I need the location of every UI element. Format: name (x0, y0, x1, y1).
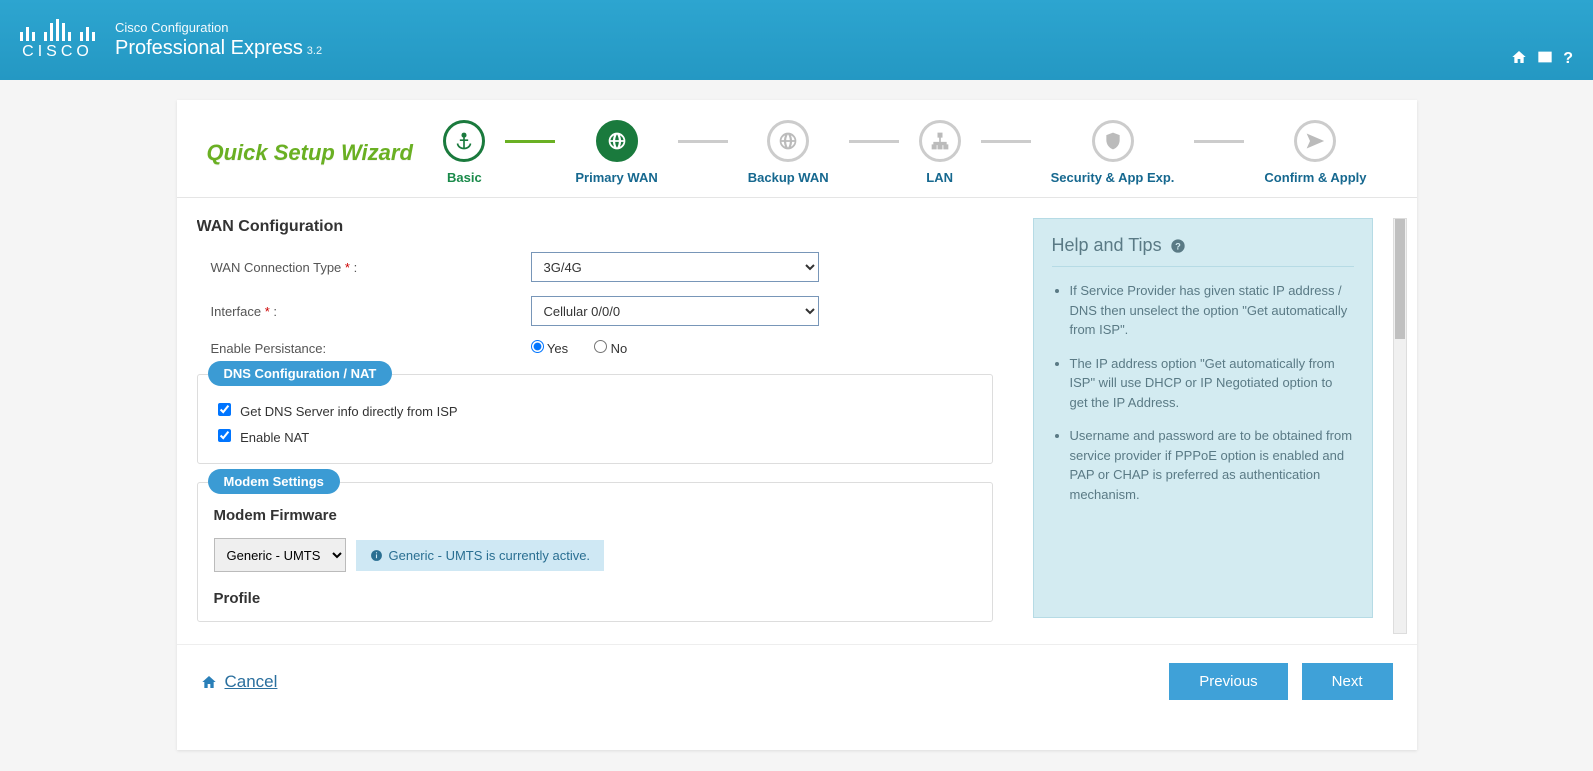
app-title: Professional Express (115, 37, 303, 59)
wan-conn-type-select[interactable]: 3G/4G (531, 252, 819, 282)
help-tip: If Service Provider has given static IP … (1070, 281, 1354, 340)
help-tip: Username and password are to be obtained… (1070, 426, 1354, 504)
wizard-footer: Cancel Previous Next (177, 644, 1417, 750)
label-wan-conn-type: WAN Connection Type * : (211, 260, 531, 275)
persistence-no[interactable]: No (594, 341, 627, 356)
step-backup-wan[interactable]: Backup WAN (728, 120, 849, 185)
app-subtitle: Cisco Configuration (115, 20, 322, 36)
cisco-bars-icon (20, 19, 95, 41)
step-label: Security & App Exp. (1051, 170, 1175, 185)
firmware-info: Generic - UMTS is currently active. (356, 540, 605, 571)
profile-title: Profile (214, 590, 976, 607)
row-wan-conn-type: WAN Connection Type * : 3G/4G (211, 252, 1003, 282)
wizard-content: WAN Configuration WAN Connection Type * … (177, 198, 1417, 644)
step-connector (1194, 140, 1244, 143)
step-connector (849, 140, 899, 143)
help-icon[interactable]: ? (1563, 50, 1573, 68)
app-header: CISCO Cisco Configuration Professional E… (0, 0, 1593, 80)
step-lan[interactable]: LAN (899, 120, 981, 185)
label-persistence: Enable Persistance: (211, 341, 531, 356)
modem-legend: Modem Settings (208, 469, 340, 494)
step-label: Confirm & Apply (1264, 170, 1366, 185)
modem-firmware-title: Modem Firmware (214, 507, 976, 524)
wizard-title: Quick Setup Wizard (207, 140, 413, 166)
step-connector (505, 140, 555, 143)
home-icon (201, 674, 217, 690)
svg-text:?: ? (1175, 241, 1181, 251)
scroll-thumb[interactable] (1395, 219, 1405, 339)
modem-fieldset: Modem Settings Modem Firmware Generic - … (197, 482, 993, 622)
app-version: 3.2 (307, 45, 322, 57)
step-basic[interactable]: Basic (423, 120, 505, 185)
next-button[interactable]: Next (1302, 663, 1393, 700)
step-label: Basic (447, 170, 482, 185)
home-icon[interactable] (1511, 49, 1527, 68)
step-connector (678, 140, 728, 143)
anchor-icon (443, 120, 485, 162)
step-connector (981, 140, 1031, 143)
mail-icon[interactable] (1537, 49, 1553, 68)
step-security[interactable]: Security & App Exp. (1031, 120, 1195, 185)
previous-button[interactable]: Previous (1169, 663, 1287, 700)
step-label: Backup WAN (748, 170, 829, 185)
label-interface: Interface * : (211, 304, 531, 319)
info-icon (370, 549, 383, 562)
dns-nat-legend: DNS Configuration / NAT (208, 361, 393, 386)
firmware-select[interactable]: Generic - UMTS (214, 538, 346, 572)
step-primary-wan[interactable]: Primary WAN (555, 120, 677, 185)
persistence-yes[interactable]: Yes (531, 341, 569, 356)
interface-select[interactable]: Cellular 0/0/0 (531, 296, 819, 326)
shield-icon (1092, 120, 1134, 162)
row-persistence: Enable Persistance: Yes No (211, 340, 1003, 356)
form-column: WAN Configuration WAN Connection Type * … (197, 218, 1013, 634)
step-confirm[interactable]: Confirm & Apply (1244, 120, 1386, 185)
section-title: WAN Configuration (197, 218, 1003, 236)
row-interface: Interface * : Cellular 0/0/0 (211, 296, 1003, 326)
cisco-logo-text: CISCO (22, 43, 93, 61)
app-title-block: Cisco Configuration Professional Express… (115, 20, 322, 60)
globe-icon (596, 120, 638, 162)
wizard-page: Quick Setup Wizard Basic Primary WAN (177, 100, 1417, 750)
wizard-header: Quick Setup Wizard Basic Primary WAN (177, 100, 1417, 198)
sitemap-icon (919, 120, 961, 162)
help-tip: The IP address option "Get automatically… (1070, 354, 1354, 413)
cisco-logo: CISCO (20, 19, 95, 61)
step-label: LAN (926, 170, 953, 185)
step-label: Primary WAN (575, 170, 657, 185)
question-circle-icon: ? (1170, 238, 1186, 254)
send-icon (1294, 120, 1336, 162)
globe-icon (767, 120, 809, 162)
scrollbar[interactable] (1393, 218, 1407, 634)
chk-get-dns[interactable]: Get DNS Server info directly from ISP (218, 404, 458, 419)
help-panel: Help and Tips ? If Service Provider has … (1033, 218, 1373, 618)
wizard-steps: Basic Primary WAN Backup WAN (413, 120, 1387, 185)
dns-nat-fieldset: DNS Configuration / NAT Get DNS Server i… (197, 374, 993, 464)
cancel-link[interactable]: Cancel (201, 672, 278, 692)
help-title: Help and Tips ? (1052, 235, 1354, 267)
chk-enable-nat[interactable]: Enable NAT (218, 430, 310, 445)
